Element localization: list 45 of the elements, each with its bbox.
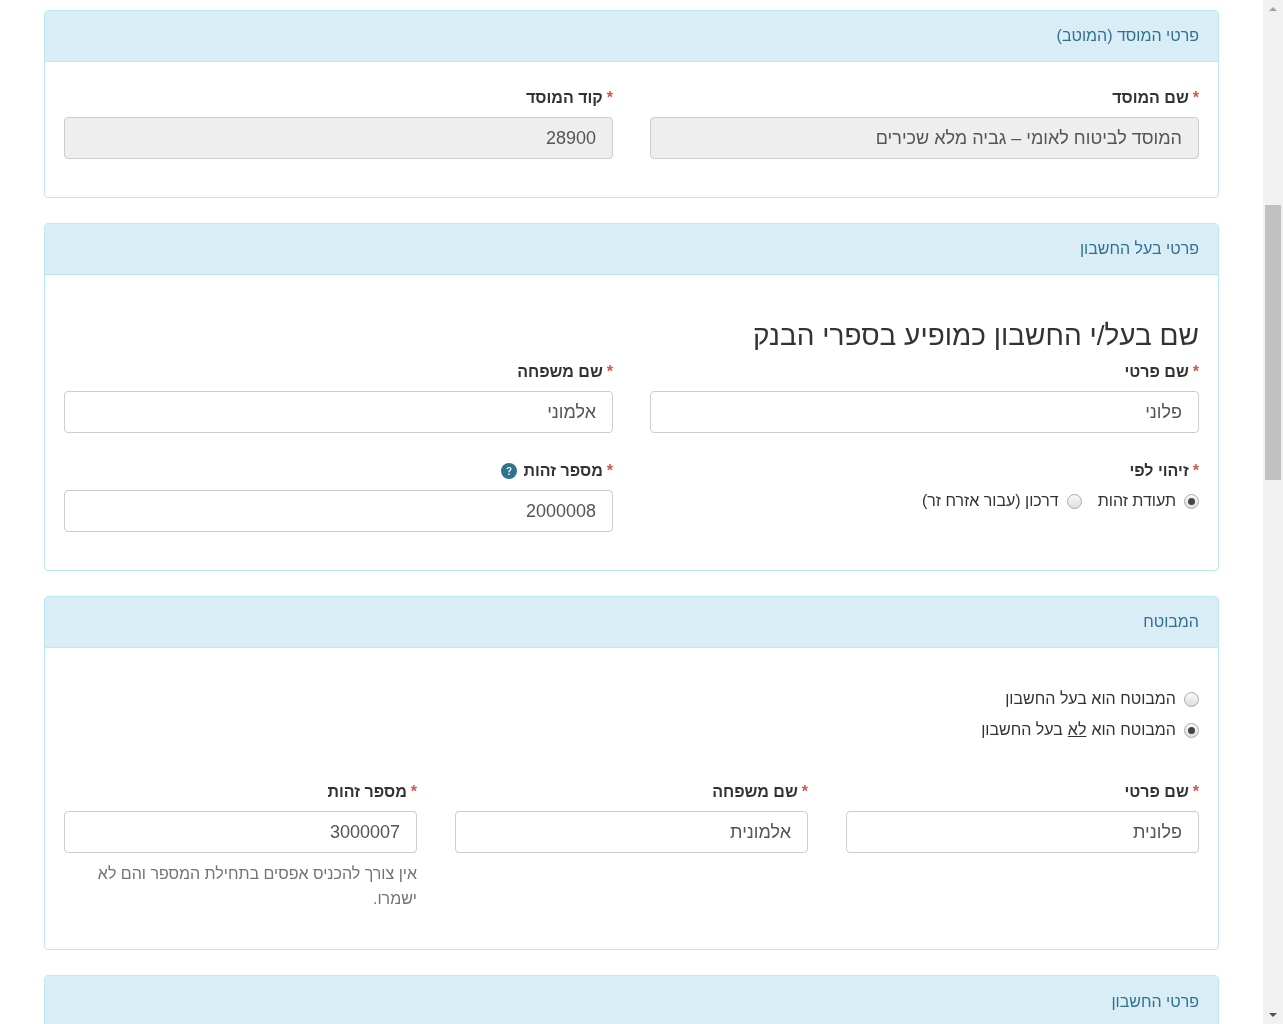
radio-label: בעל החשבון bbox=[981, 720, 1063, 740]
help-icon[interactable] bbox=[501, 463, 518, 479]
radio-label: דרכון (עבור אזרח זר) bbox=[921, 491, 1059, 511]
required-asterisk: * bbox=[1192, 88, 1199, 108]
text-field[interactable]: 2000008 bbox=[64, 490, 613, 532]
text-field[interactable]: 3000007 bbox=[64, 811, 417, 853]
field-label: קוד המוסד bbox=[525, 88, 603, 108]
required-asterisk: * bbox=[410, 782, 417, 802]
radio-button[interactable] bbox=[1184, 691, 1199, 707]
text-field[interactable]: פלונית bbox=[846, 811, 1199, 853]
section-heading: שם בעל/י החשבון כמופיע בספרי הבנק bbox=[752, 319, 1199, 353]
radio-label: המבוטח הוא bbox=[1091, 720, 1176, 740]
scrollbar[interactable] bbox=[1263, 0, 1283, 1024]
required-asterisk: * bbox=[606, 88, 613, 108]
radio-button[interactable] bbox=[1184, 722, 1199, 738]
text-field[interactable]: פלוני bbox=[650, 391, 1199, 433]
text-field[interactable]: אלמוני bbox=[64, 391, 613, 433]
scroll-up-icon[interactable] bbox=[1268, 6, 1278, 12]
field-label: שם משפחה bbox=[517, 362, 603, 382]
radio-label: המבוטח הוא בעל החשבון bbox=[1005, 689, 1176, 709]
panel-title: המבוטח bbox=[1143, 612, 1199, 632]
radio-label: לא bbox=[1067, 720, 1087, 740]
field-label: זיהוי לפי bbox=[1129, 461, 1189, 481]
scrollbar-thumb[interactable] bbox=[1265, 205, 1281, 480]
required-asterisk: * bbox=[1192, 362, 1199, 382]
required-asterisk: * bbox=[801, 782, 808, 802]
required-asterisk: * bbox=[1192, 782, 1199, 802]
radio-label: תעודת זהות bbox=[1097, 491, 1176, 511]
field-label: שם פרטי bbox=[1124, 362, 1189, 382]
field-label: מספר זהות bbox=[523, 461, 603, 481]
radio-button[interactable] bbox=[1184, 493, 1199, 509]
field-label: מספר זהות bbox=[327, 782, 407, 802]
text-field[interactable]: אלמונית bbox=[455, 811, 808, 853]
required-asterisk: * bbox=[606, 362, 613, 382]
field-label: שם פרטי bbox=[1124, 782, 1189, 802]
panel-title: פרטי החשבון bbox=[1111, 991, 1199, 1012]
required-asterisk: * bbox=[606, 461, 613, 481]
required-asterisk: * bbox=[1192, 461, 1199, 481]
hint-text: אין צורך להכניס אפסים בתחילת המספר והם לא ישמרו. bbox=[96, 864, 417, 909]
radio-button[interactable] bbox=[1066, 493, 1082, 509]
field-label: שם משפחה bbox=[712, 782, 798, 802]
panel-title: פרטי בעל החשבון bbox=[1079, 239, 1199, 259]
field-label: שם המוסד bbox=[1112, 88, 1189, 108]
scroll-down-icon[interactable] bbox=[1268, 1012, 1278, 1018]
panel-title: פרטי המוסד (המוטב) bbox=[1056, 26, 1199, 46]
